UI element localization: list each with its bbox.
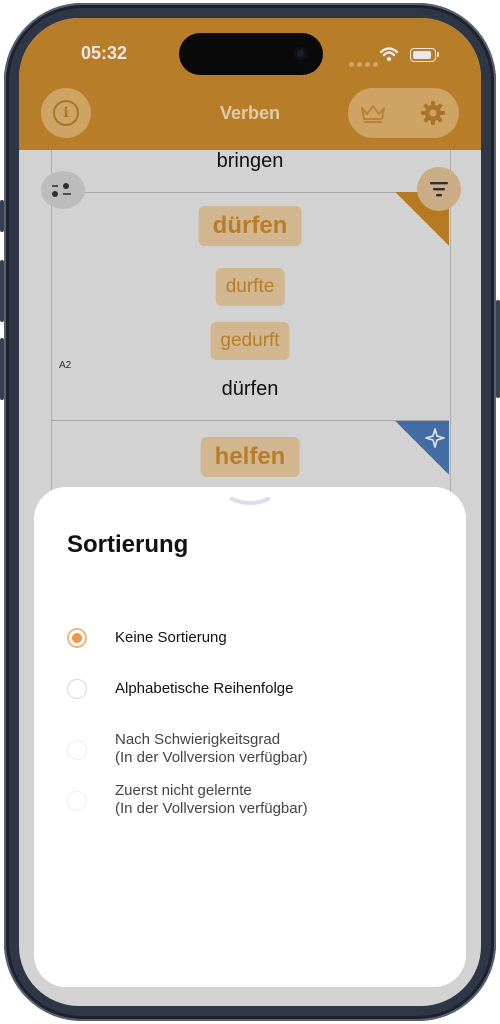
header-actions — [348, 88, 459, 138]
side-button — [496, 300, 500, 398]
side-button — [0, 338, 4, 400]
verb-past[interactable]: durfte — [215, 268, 285, 306]
status-time: 05:32 — [81, 43, 128, 63]
wifi-icon — [379, 47, 399, 62]
screen: 05:32 i Verben bringen dürfen durfte ged… — [19, 18, 481, 1006]
divider — [51, 192, 449, 193]
option-note: (In der Vollversion verfügbar) — [115, 749, 308, 766]
gear-icon[interactable] — [420, 100, 446, 126]
sparkle-icon — [425, 428, 445, 448]
option-title: Zuerst nicht gelernte — [115, 782, 252, 799]
verb-infinitive[interactable]: helfen — [200, 437, 300, 477]
sort-sheet: Sortierung Keine Sortierung Alphabetisch… — [34, 487, 466, 987]
option-label: Keine Sortierung — [115, 629, 227, 646]
verb-infinitive[interactable]: dürfen — [198, 206, 302, 246]
option-label: Zuerst nicht gelernte (In der Vollversio… — [115, 782, 308, 818]
dynamic-island — [179, 33, 323, 75]
signal-icon — [349, 54, 381, 72]
level-badge: A2 — [59, 360, 72, 371]
radio-button[interactable] — [67, 628, 87, 648]
option-note: (In der Vollversion verfügbar) — [115, 800, 308, 817]
radio-button — [67, 791, 87, 811]
side-button — [0, 200, 4, 232]
sort-option-none[interactable]: Keine Sortierung — [67, 628, 457, 668]
option-label: Nach Schwierigkeitsgrad (In der Vollvers… — [115, 731, 308, 767]
option-label: Alphabetische Reihenfolge — [115, 680, 294, 697]
toggle-icon — [52, 183, 71, 197]
radio-button — [67, 740, 87, 760]
view-toggle-button[interactable] — [41, 171, 85, 209]
side-button — [0, 260, 4, 322]
option-title: Nach Schwierigkeitsgrad — [115, 731, 281, 748]
sort-option-unlearned-first: Zuerst nicht gelernte (In der Vollversio… — [67, 781, 457, 821]
camera-icon — [294, 47, 307, 60]
list-item[interactable]: bringen — [19, 150, 481, 173]
sort-icon — [430, 182, 448, 197]
sort-option-difficulty: Nach Schwierigkeitsgrad (In der Vollvers… — [67, 730, 457, 770]
radio-button[interactable] — [67, 679, 87, 699]
sheet-title: Sortierung — [67, 531, 189, 558]
verb-participle[interactable]: gedurft — [210, 322, 290, 360]
verb-list: bringen dürfen durfte gedurft A2 dürfen … — [19, 150, 481, 510]
verb-word: dürfen — [221, 378, 279, 400]
battery-icon — [410, 48, 439, 62]
chevron-down-icon[interactable] — [230, 497, 270, 507]
divider — [51, 420, 449, 421]
sort-button[interactable] — [417, 167, 461, 211]
sort-option-alphabetical[interactable]: Alphabetische Reihenfolge — [67, 679, 457, 719]
app-header: 05:32 i Verben — [19, 18, 481, 150]
crown-icon[interactable] — [359, 102, 387, 124]
